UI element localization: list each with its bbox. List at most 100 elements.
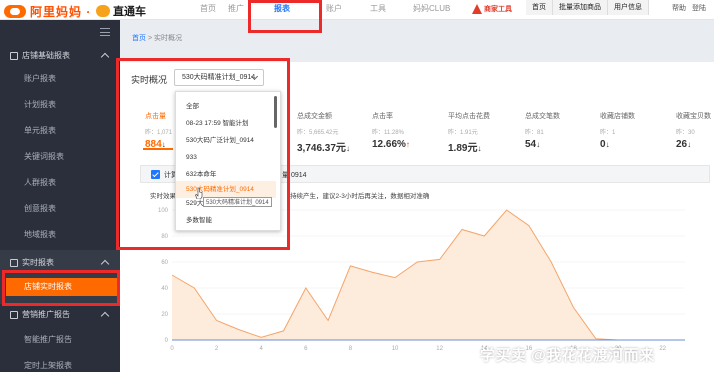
metric-previous-prefix: 昨： [525, 130, 538, 136]
metric-value-number: 54 [525, 139, 537, 150]
chevron-up-icon [100, 259, 110, 269]
metric-label: 收藏店铺数 [600, 113, 635, 120]
metric-previous: 昨：30 [676, 127, 714, 136]
metric-previous-value: 1 [612, 130, 616, 136]
ztc-logo[interactable]: 直通车 [96, 3, 146, 19]
chevron-up-icon [100, 311, 110, 321]
alimama-logo-icon [4, 5, 26, 18]
nav-promo[interactable]: 推广 [228, 3, 244, 14]
trend-down-icon: ↓ [687, 140, 692, 149]
breadcrumb-home[interactable]: 首页 [132, 35, 146, 42]
sidebar-group-marketing[interactable]: 营销推广报告 [0, 305, 120, 325]
trend-down-icon: ↓ [345, 144, 350, 153]
trend-down-icon: ↓ [536, 140, 541, 149]
sidebar-group-label: 店铺基础报表 [22, 51, 70, 60]
metric-previous-value: 30 [688, 130, 695, 136]
metric-value-number: 26 [676, 139, 688, 150]
nav-account[interactable]: 账户 [326, 3, 342, 14]
x-tick-label: 8 [349, 346, 353, 352]
ztc-logo-icon [96, 5, 110, 17]
sidebar-item-scheduled[interactable]: 定时上架报表 [0, 357, 120, 372]
metric-card[interactable]: 收藏宝贝数 昨：30 26↓ [676, 111, 714, 150]
highlight-plan-selector [116, 58, 290, 250]
alimama-logo[interactable]: 阿里妈妈 · [4, 3, 91, 20]
y-tick-label: 40 [161, 286, 168, 292]
ztc-logo-text: 直通车 [113, 6, 146, 18]
metric-card[interactable]: 总成交金额昨：5,665.42元 3,746.37元↓ [297, 111, 367, 154]
watermark: 学买卖 @我花花渡河而来 [480, 347, 655, 364]
sidebar-item-plan[interactable]: 计划报表 [0, 96, 120, 114]
trend-up-icon: ↑ [405, 140, 410, 149]
alimama-logo-text: 阿里妈妈 · [30, 5, 92, 19]
notice-right: 持续产生，建议2-3小时后再关注，数据相对准确 [290, 193, 430, 200]
metric-label: 平均点击花费 [448, 113, 490, 120]
metric-card[interactable]: 收藏店铺数 昨：1 0↓ [600, 111, 670, 150]
metric-previous-prefix: 昨： [297, 130, 310, 136]
metric-label: 总成交笔数 [525, 113, 560, 120]
metric-previous: 昨：11.28% [372, 127, 442, 136]
metric-previous-value: 81 [537, 130, 544, 136]
metric-previous-prefix: 昨： [448, 130, 461, 136]
breadcrumb-current: 实时概况 [154, 35, 182, 42]
nav-home[interactable]: 首页 [200, 3, 216, 14]
y-tick-label: 60 [161, 260, 168, 266]
metric-previous: 昨：1 [600, 127, 670, 136]
user-area: 帮助 登陆 [672, 3, 706, 13]
metric-value-number: 3,746.37元 [297, 143, 346, 154]
x-tick-label: 12 [436, 346, 443, 352]
login-link[interactable]: 登陆 [692, 3, 706, 13]
nav-club[interactable]: 妈妈CLUB [413, 3, 450, 14]
sidebar-item-unit[interactable]: 单元报表 [0, 122, 120, 140]
sidebar-group-basic[interactable]: 店铺基础报表 [0, 46, 120, 66]
help-link[interactable]: 帮助 [672, 3, 686, 13]
highlight-reports-nav [248, 0, 322, 33]
sidebar-group-label: 营销推广报告 [22, 310, 70, 319]
sidebar-item-region[interactable]: 地域报表 [0, 226, 120, 244]
sidebar-item-account[interactable]: 账户报表 [0, 70, 120, 88]
metric-value: 1.89元↓ [448, 139, 518, 154]
nav-tools[interactable]: 工具 [370, 3, 386, 14]
collapse-menu-icon[interactable] [100, 28, 110, 36]
metric-previous-prefix: 昨： [372, 130, 385, 136]
x-tick-label: 4 [260, 346, 264, 352]
merchant-tools-label: 商家工具 [484, 6, 512, 13]
highlight-store-realtime [2, 270, 120, 306]
top-nav: 阿里妈妈 · 直通车 首页 推广 报表 账户 工具 妈妈CLUB 商家工具 首页… [0, 0, 714, 20]
x-tick-label: 22 [659, 346, 666, 352]
metric-previous-value: 5,665.42元 [309, 130, 339, 136]
x-tick-label: 10 [392, 346, 399, 352]
trend-down-icon: ↓ [605, 140, 610, 149]
metric-previous-value: 1.91元 [460, 130, 478, 136]
trend-down-icon: ↓ [477, 144, 482, 153]
sidebar: 店铺基础报表 账户报表 计划报表 单元报表 关键词报表 人群报表 创意报表 地域… [0, 20, 120, 372]
metric-value-number: 1.89元 [448, 143, 478, 154]
sidebar-item-crowd[interactable]: 人群报表 [0, 174, 120, 192]
breadcrumb: 首页 > 实时概况 [120, 33, 714, 47]
sidebar-item-creative[interactable]: 创意报表 [0, 200, 120, 218]
user-info-button[interactable]: 用户信息 [608, 0, 649, 15]
y-tick-label: 20 [161, 312, 168, 318]
metric-previous-prefix: 昨： [676, 130, 689, 136]
x-tick-label: 6 [304, 346, 308, 352]
x-tick-label: 0 [170, 346, 174, 352]
metric-label: 总成交金额 [297, 113, 332, 120]
realtime-icon [10, 259, 18, 267]
merchant-tools-badge[interactable]: 商家工具 [472, 2, 514, 16]
sidebar-item-keyword[interactable]: 关键词报表 [0, 148, 120, 166]
x-tick-label: 2 [215, 346, 219, 352]
metric-card[interactable]: 总成交笔数 昨：81 54↓ [525, 111, 595, 150]
marketing-icon [10, 311, 18, 319]
metric-card[interactable]: 平均点击花费 昨：1.91元 1.89元↓ [448, 111, 518, 154]
metric-card[interactable]: 点击率 昨：11.28% 12.66%↑ [372, 111, 442, 150]
sidebar-item-smart-promo[interactable]: 智能推广报告 [0, 331, 120, 349]
metric-previous: 昨：1.91元 [448, 127, 518, 136]
tool-buttons: 首页 批量添加商品 用户信息 [526, 0, 649, 15]
tool-home-button[interactable]: 首页 [526, 0, 553, 15]
batch-add-button[interactable]: 批量添加商品 [553, 0, 608, 15]
metric-previous: 昨：5,665.42元 [297, 127, 367, 136]
metric-previous-prefix: 昨： [600, 130, 613, 136]
metric-value: 3,746.37元↓ [297, 139, 367, 154]
metric-value-number: 12.66% [372, 139, 406, 150]
metric-value: 54↓ [525, 139, 595, 150]
report-icon [10, 52, 18, 60]
